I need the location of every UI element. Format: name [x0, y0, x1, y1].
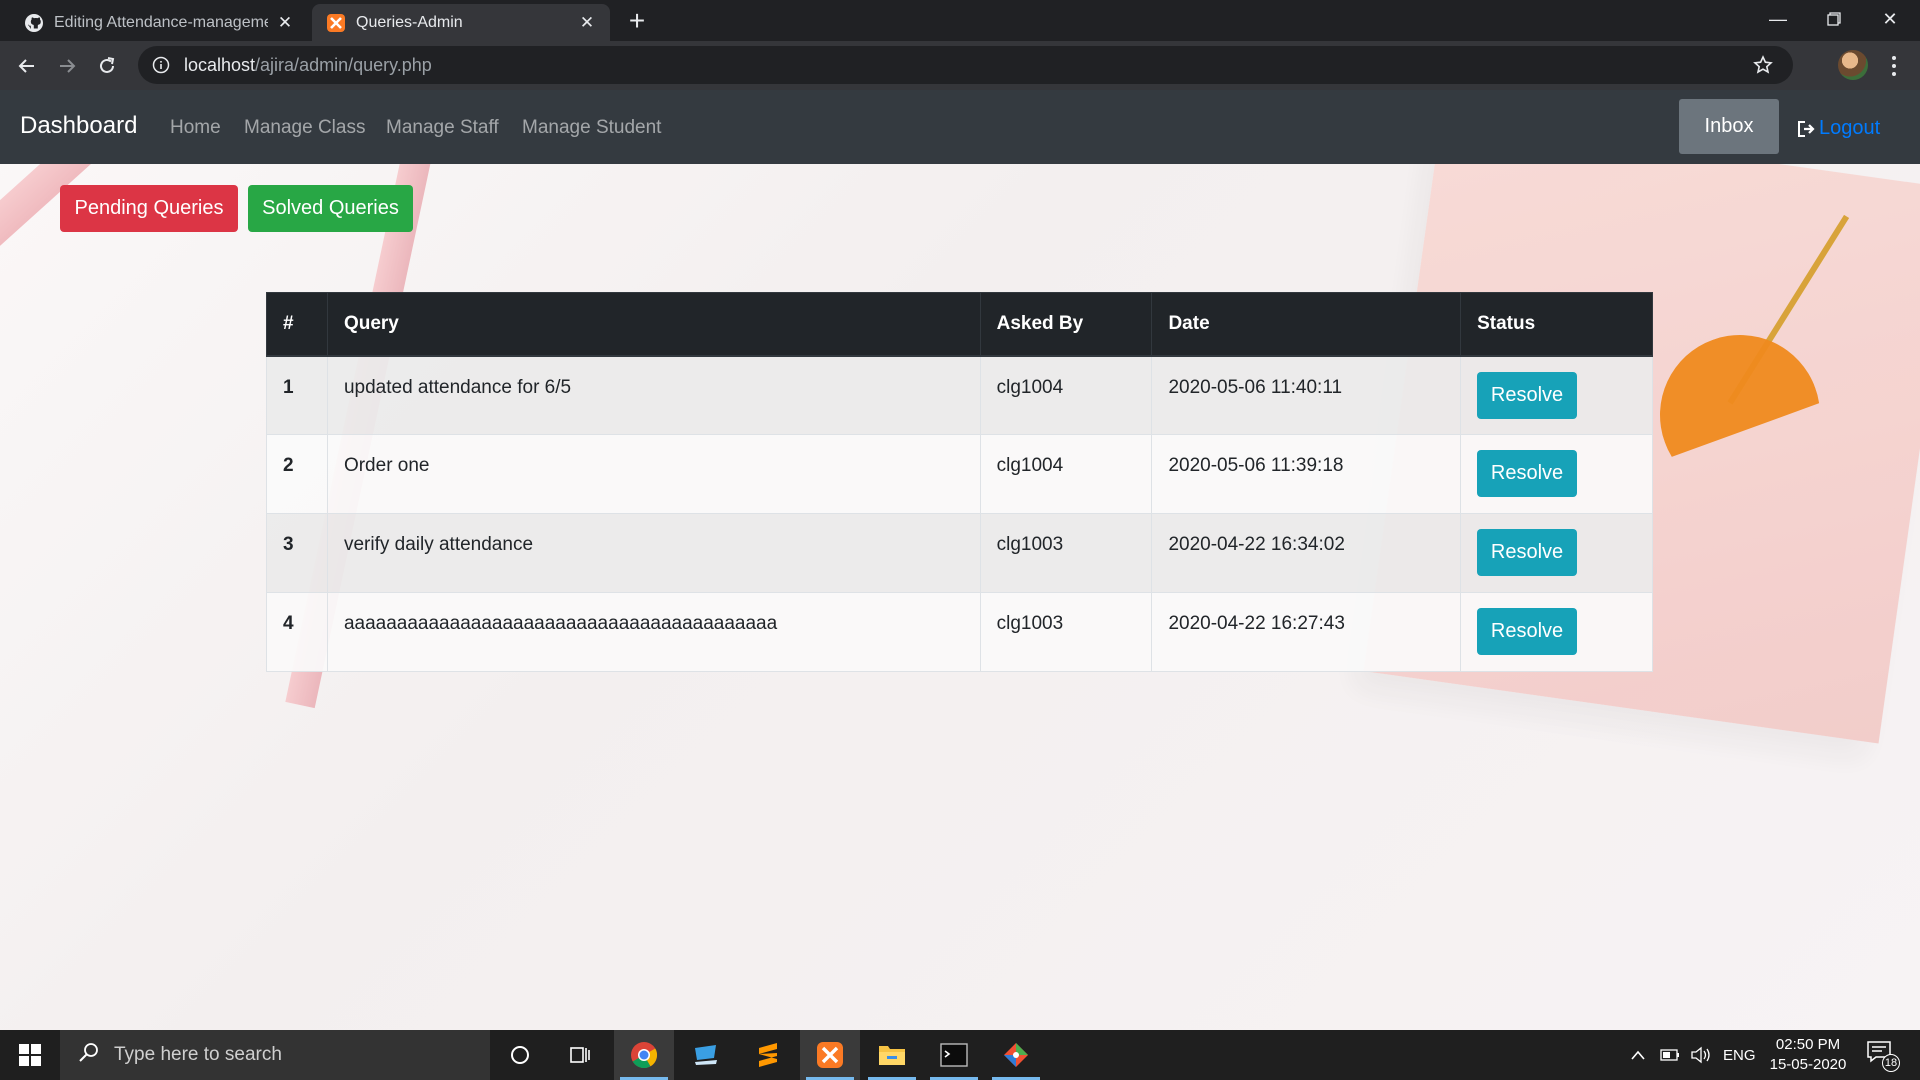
table-row: 4 aaaaaaaaaaaaaaaaaaaaaaaaaaaaaaaaaaaaaa… [266, 592, 1653, 672]
close-window-icon[interactable]: ✕ [1862, 0, 1918, 38]
tab-title: Editing Attendance-management-system [54, 13, 268, 31]
row-number: 3 [266, 513, 328, 593]
row-number: 4 [266, 592, 328, 672]
logout-label: Logout [1819, 117, 1881, 139]
clock-date: 15-05-2020 [1769, 1056, 1847, 1073]
tab-title: Queries-Admin [356, 13, 463, 31]
status-cell: Resolve [1460, 592, 1653, 672]
battery-icon[interactable] [1660, 1030, 1680, 1080]
table-row: 2 Order one clg1004 2020-05-06 11:39:18 … [266, 434, 1653, 514]
logout-link[interactable]: Logout [1797, 117, 1880, 140]
header-date: Date [1151, 292, 1462, 357]
asked-by: clg1004 [979, 355, 1153, 435]
cortana-icon[interactable] [490, 1030, 550, 1080]
query-text: aaaaaaaaaaaaaaaaaaaaaaaaaaaaaaaaaaaaaaaa… [326, 592, 981, 672]
bookmark-star-icon[interactable] [1753, 55, 1773, 80]
status-cell: Resolve [1460, 355, 1653, 435]
asked-by: clg1003 [979, 592, 1153, 672]
github-icon [24, 13, 44, 33]
header-query: Query [326, 292, 981, 357]
table-header-row: # Query Asked By Date Status [266, 292, 1653, 357]
solved-queries-button[interactable]: Solved Queries [248, 185, 413, 232]
task-view-icon[interactable] [550, 1030, 610, 1080]
header-asked-by: Asked By [979, 292, 1153, 357]
close-tab-icon[interactable]: ✕ [276, 13, 294, 32]
git-kraken-icon[interactable] [986, 1030, 1046, 1080]
header-number: # [266, 292, 328, 357]
row-number: 1 [266, 355, 328, 435]
pending-queries-button[interactable]: Pending Queries [60, 185, 238, 232]
new-tab-button[interactable]: + [622, 7, 652, 37]
back-arrow-icon[interactable] [10, 49, 44, 83]
site-info-icon[interactable] [152, 56, 172, 74]
nav-link-manage-staff[interactable]: Manage Staff [386, 117, 499, 139]
close-tab-icon[interactable]: ✕ [578, 13, 596, 32]
taskbar-search-box[interactable]: Type here to search [60, 1030, 490, 1080]
volume-icon[interactable] [1690, 1030, 1712, 1080]
query-date: 2020-05-06 11:40:11 [1151, 355, 1462, 435]
inbox-button[interactable]: Inbox [1679, 99, 1779, 154]
query-date: 2020-04-22 16:34:02 [1151, 513, 1462, 593]
query-date: 2020-05-06 11:39:18 [1151, 434, 1462, 514]
query-date: 2020-04-22 16:27:43 [1151, 592, 1462, 672]
xampp-icon [326, 13, 346, 33]
show-hidden-icons-chevron-icon[interactable] [1630, 1030, 1646, 1080]
navbar-brand[interactable]: Dashboard [20, 112, 137, 140]
resolve-button[interactable]: Resolve [1477, 529, 1578, 576]
url-host: localhost [184, 54, 256, 75]
browser-toolbar: localhost/ajira/admin/query.php [0, 41, 1920, 90]
restore-icon[interactable] [1806, 0, 1862, 38]
url-path: /ajira/admin/query.php [255, 54, 432, 75]
forward-arrow-icon[interactable] [50, 49, 84, 83]
chrome-taskbar-icon[interactable] [614, 1030, 674, 1080]
vscode-like-taskbar-icon[interactable] [676, 1030, 736, 1080]
header-status: Status [1460, 292, 1653, 357]
status-cell: Resolve [1460, 513, 1653, 593]
minimize-icon[interactable]: — [1750, 0, 1806, 38]
search-placeholder: Type here to search [114, 1044, 282, 1065]
windows-start-icon[interactable] [0, 1030, 60, 1080]
sublime-text-icon[interactable] [738, 1030, 798, 1080]
asked-by: clg1004 [979, 434, 1153, 514]
resolve-button[interactable]: Resolve [1477, 371, 1578, 419]
nav-link-manage-student[interactable]: Manage Student [522, 117, 661, 139]
terminal-icon[interactable] [924, 1030, 984, 1080]
action-center-icon[interactable]: 18 [1866, 1040, 1900, 1072]
clock-time: 02:50 PM [1775, 1036, 1841, 1053]
windows-taskbar: Type here to search ENG 02:50 PM 15-05-2… [0, 1030, 1920, 1080]
xampp-taskbar-icon[interactable] [800, 1030, 860, 1080]
file-explorer-icon[interactable] [862, 1030, 922, 1080]
url-text: localhost/ajira/admin/query.php [184, 55, 432, 76]
browser-menu-icon[interactable] [1886, 53, 1902, 79]
query-text: Order one [326, 434, 981, 514]
table-row: 1 updated attendance for 6/5 clg1004 202… [266, 355, 1653, 435]
profile-avatar[interactable] [1838, 50, 1868, 80]
queries-table: # Query Asked By Date Status 1 updated a… [266, 292, 1653, 672]
query-text: updated attendance for 6/5 [326, 355, 981, 435]
reload-icon[interactable] [90, 49, 124, 83]
table-row: 3 verify daily attendance clg1003 2020-0… [266, 513, 1653, 593]
status-cell: Resolve [1460, 434, 1653, 514]
notification-count-badge: 18 [1882, 1054, 1900, 1072]
page-viewport: Dashboard Home Manage Class Manage Staff… [0, 90, 1920, 1030]
taskbar-clock[interactable]: 02:50 PM 15-05-2020 [1763, 1035, 1853, 1075]
input-language[interactable]: ENG [1723, 1030, 1756, 1080]
nav-link-manage-class[interactable]: Manage Class [244, 117, 365, 139]
search-icon [78, 1041, 100, 1069]
query-text: verify daily attendance [326, 513, 981, 593]
tab-editing-attendance[interactable]: Editing Attendance-management-system ✕ [10, 4, 308, 41]
address-bar[interactable]: localhost/ajira/admin/query.php [138, 46, 1793, 84]
top-navbar: Dashboard Home Manage Class Manage Staff… [0, 90, 1920, 164]
resolve-button[interactable]: Resolve [1477, 608, 1578, 655]
browser-tab-strip: Editing Attendance-management-system ✕ Q… [0, 0, 1920, 41]
tab-queries-admin[interactable]: Queries-Admin ✕ [312, 4, 610, 41]
row-number: 2 [266, 434, 328, 514]
nav-link-home[interactable]: Home [170, 117, 221, 139]
asked-by: clg1003 [979, 513, 1153, 593]
sign-out-icon [1798, 120, 1815, 137]
resolve-button[interactable]: Resolve [1477, 450, 1578, 497]
